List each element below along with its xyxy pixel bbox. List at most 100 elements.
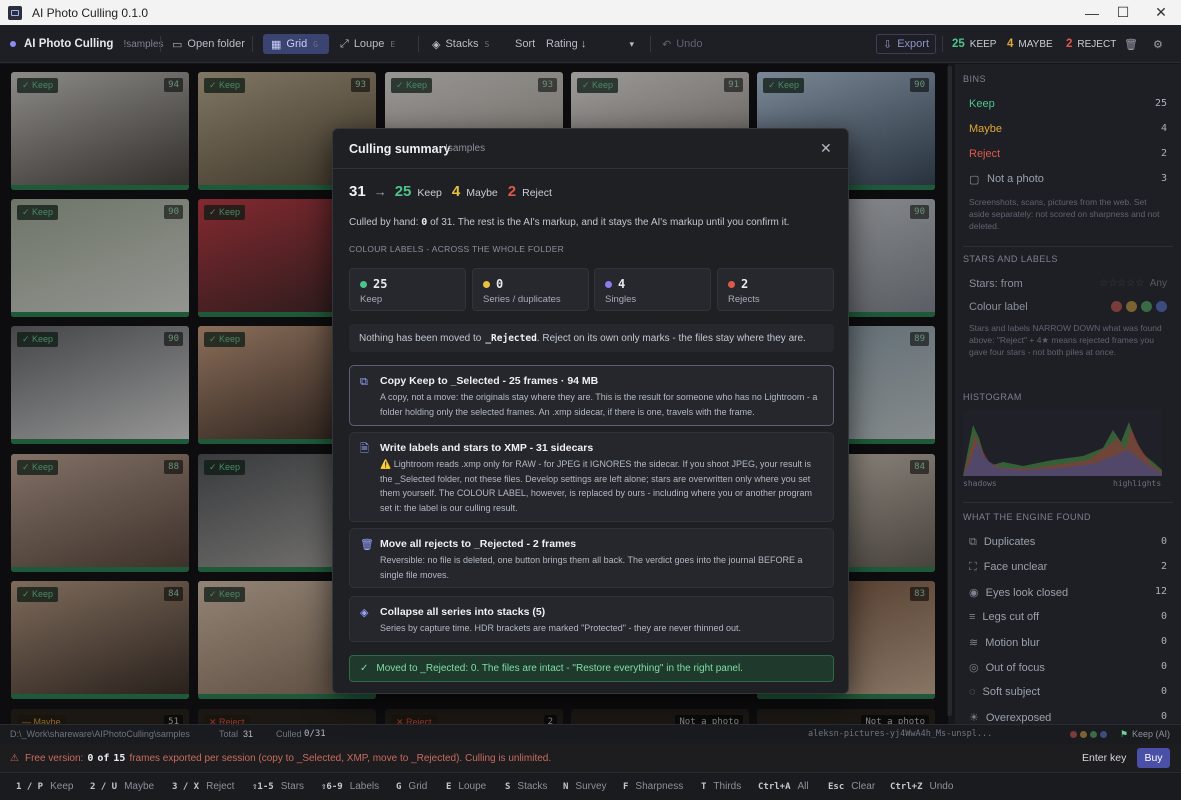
shortcut-key: 1 / P — [16, 781, 44, 792]
engine-finding[interactable]: ◉ Eyes look closed 12 — [969, 586, 1167, 599]
minimize-button[interactable]: — — [1075, 0, 1109, 25]
engine-finding[interactable]: ⛶ Face unclear 2 — [969, 561, 1167, 574]
red-swatch[interactable] — [1111, 301, 1122, 312]
engine-finding[interactable]: ◎ Out of focus 0 — [969, 661, 1167, 674]
reject-counter[interactable]: 2 REJECT — [1066, 34, 1116, 54]
shortcut-bar: 1 / P Keep 2 / U Maybe 3 / X Reject ⇧1-5 Stars ⇧… — [0, 772, 1181, 800]
summary-arrow: → — [373, 184, 387, 199]
buy-button[interactable]: Buy — [1137, 748, 1170, 768]
colour-dots — [1070, 731, 1107, 738]
colour-label-card[interactable]: 25 Keep — [349, 268, 466, 311]
card-value: 0 — [483, 277, 503, 291]
right-panel: BINS Keep 25 Maybe 4 Reject 2 Not a photo 3 ▢ Sc… — [955, 64, 1181, 724]
shortcut-hint: N Survey — [563, 781, 607, 792]
colour-label-card[interactable]: 4 Singles — [594, 268, 711, 311]
close-window-button[interactable]: ✕ — [1144, 0, 1178, 25]
bin-label: Keep — [969, 98, 995, 110]
exported-count: 0 — [87, 752, 94, 764]
shortcut-key: G — [396, 781, 402, 792]
finding-icon: ◌ — [969, 686, 976, 698]
culled-value: 0/31 — [304, 729, 326, 739]
culling-summary-dialog: Culling summary · !samples ✕ 31 → 25 Kee… — [332, 128, 849, 694]
bins-note: Screenshots, scans, pictures from the we… — [969, 197, 1160, 231]
green-dot — [1090, 731, 1097, 738]
app-icon — [8, 5, 22, 20]
shortcut-key: 2 / U — [90, 781, 118, 792]
finding-count: 2 — [1160, 561, 1167, 572]
title-bar: AI Photo Culling 0.1.0 — ☐ ✕ — [0, 0, 1181, 25]
dialog-title: Culling summary — [349, 142, 451, 156]
enter-key-button[interactable]: Enter key — [1077, 750, 1131, 766]
engine-finding[interactable]: ≡ Legs cut off 0 — [969, 611, 1167, 623]
copy-to-selected-action[interactable]: ⧉ Copy Keep to _Selected - 25 frames · 94… — [349, 365, 834, 426]
colour-label-card[interactable]: 0 Series / duplicates — [472, 268, 589, 311]
shortcut-hint: Ctrl+A All — [758, 781, 809, 792]
export-button[interactable]: ⇩ Export — [876, 34, 937, 54]
success-text: Moved to _Rejected: 0. The files are int… — [376, 663, 743, 674]
shortcut-hint: E Loupe — [446, 781, 486, 792]
stars-from-label: Stars: from — [969, 278, 1023, 290]
grid-view-button[interactable]: ▦ Grid G — [263, 34, 329, 54]
card-value: 2 — [728, 277, 748, 291]
action-icon: 🗎 — [360, 443, 369, 455]
engine-finding[interactable]: ◌ Soft subject 0 — [969, 686, 1167, 698]
card-count: 25 — [373, 277, 388, 291]
app-brand: AI Photo Culling !samples — [10, 34, 163, 54]
green-swatch[interactable] — [1141, 301, 1152, 312]
red-dot — [1070, 731, 1077, 738]
finding-label: Overexposed — [985, 712, 1052, 724]
loupe-view-button[interactable]: ⤢ Loupe E — [340, 34, 395, 54]
write-xmp-action[interactable]: 🗎 Write labels and stars to XMP - 31 side… — [349, 432, 834, 522]
close-dialog-button[interactable]: ✕ — [820, 140, 832, 157]
bin-count: 3 — [1160, 173, 1167, 184]
notice-text-b: . Reject on its own only marks - the fil… — [536, 332, 806, 344]
shortcut-label: Grid — [408, 781, 428, 792]
engine-finding-left: ⛶ Face unclear — [969, 561, 1047, 574]
bin-maybe[interactable]: Maybe 4 — [969, 123, 1167, 135]
keep-counter-label: KEEP — [969, 38, 997, 50]
maximize-button[interactable]: ☐ — [1106, 0, 1140, 25]
bin-not-a-photo[interactable]: Not a photo 3 ▢ — [969, 173, 1167, 186]
open-folder-button[interactable]: ▭ Open folder — [172, 34, 245, 54]
shortcut-label: Maybe — [124, 781, 155, 792]
finding-icon: ◉ — [969, 587, 979, 599]
shortcut-key: ⇧6-9 — [321, 781, 343, 792]
shortcut-key: ⇧1-5 — [252, 781, 274, 792]
bin-reject[interactable]: Reject 2 — [969, 148, 1167, 160]
colour-label-card[interactable]: 2 Rejects — [717, 268, 834, 311]
export-icon: ⇩ — [883, 38, 893, 51]
flag-icon: ⚑ — [1120, 729, 1129, 739]
move-rejects-action[interactable]: 🗑 Move all rejects to _Rejected - 2 frame… — [349, 528, 834, 588]
stars-header: STARS AND LABELS — [963, 254, 1058, 264]
document-icon: ▢ — [969, 174, 980, 186]
engine-finding[interactable]: ⧉ Duplicates 0 — [969, 536, 1167, 549]
stars-filter[interactable]: Stars: from ☆☆☆☆☆ Any — [969, 278, 1167, 290]
stacks-button[interactable]: ◈ Stacks S — [432, 34, 489, 54]
engine-header: WHAT THE ENGINE FOUND — [963, 512, 1092, 522]
gear-icon[interactable]: ⚙ — [1153, 34, 1163, 54]
collapse-stacks-action[interactable]: ◈ Collapse all series into stacks (5) Seri… — [349, 596, 834, 642]
trash-icon[interactable]: 🗑 — [1124, 34, 1138, 54]
engine-finding[interactable]: ≋ Motion blur 0 — [969, 636, 1167, 649]
keep-counter[interactable]: 25 KEEP — [952, 34, 996, 54]
blue-swatch[interactable] — [1156, 301, 1167, 312]
folder-icon: ▭ — [172, 38, 183, 51]
sort-label: Sort — [515, 38, 536, 50]
engine-finding[interactable]: ☀ Overexposed 0 — [969, 711, 1167, 724]
sort-select[interactable]: Rating ↓ ▾ — [540, 34, 640, 54]
shortcut-label: Labels — [349, 781, 380, 792]
current-verdict: Keep (AI) — [1132, 729, 1171, 739]
shortcut-key: Ctrl+Z — [890, 781, 923, 792]
divider — [252, 36, 253, 52]
free-version-text: frames exported per session (copy to _Se… — [129, 752, 552, 764]
action-title: Collapse all series into stacks (5) — [380, 606, 546, 618]
finding-label: Duplicates — [983, 536, 1036, 548]
histogram-shadows: shadows — [963, 479, 997, 488]
bin-keep[interactable]: Keep 25 — [969, 98, 1167, 110]
action-icon: ◈ — [360, 607, 369, 619]
shortcut-key: Esc — [828, 781, 845, 792]
maybe-counter[interactable]: 4 MAYBE — [1007, 34, 1053, 54]
undo-button[interactable]: ↶ Undo — [662, 34, 703, 54]
orange-swatch[interactable] — [1126, 301, 1137, 312]
shortcut-key: 3 / X — [172, 781, 200, 792]
